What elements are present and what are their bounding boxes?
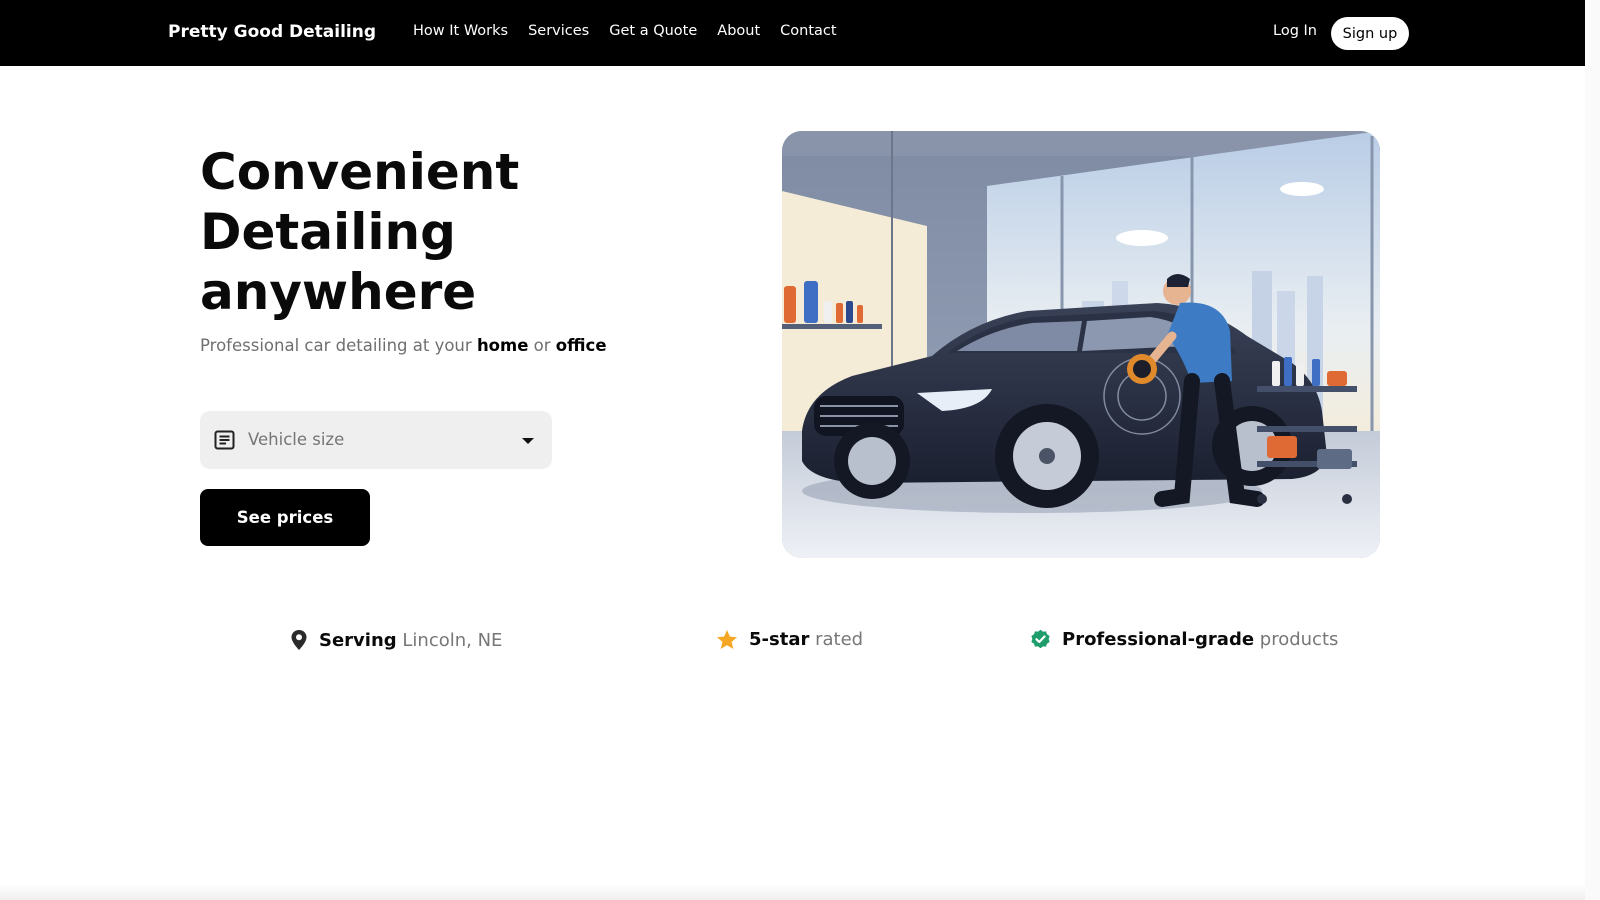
brand-logo[interactable]: Pretty Good Detailing — [168, 22, 376, 42]
hero-title-line: Detailing — [200, 203, 456, 261]
feature-bold: Professional-grade — [1062, 629, 1255, 650]
see-prices-button[interactable]: See prices — [200, 489, 370, 546]
nav-link-how-it-works[interactable]: How It Works — [413, 23, 508, 39]
vehicle-size-select[interactable]: Vehicle size — [200, 411, 552, 469]
star-icon — [717, 630, 737, 649]
login-link[interactable]: Log In — [1273, 23, 1317, 39]
hero-subtitle: Professional car detailing at your home … — [200, 336, 607, 355]
main-nav: How It Works Services Get a Quote About … — [413, 23, 837, 39]
document-list-icon — [214, 430, 235, 450]
top-navbar: Pretty Good Detailing How It Works Servi… — [0, 0, 1585, 66]
vehicle-size-placeholder: Vehicle size — [248, 430, 345, 449]
page-scrollbar[interactable] — [1585, 0, 1600, 900]
next-section-edge — [0, 884, 1585, 900]
feature-products: Professional-grade products — [1030, 629, 1338, 650]
feature-light: Lincoln, NE — [402, 629, 503, 651]
feature-serving: Serving Lincoln, NE — [290, 629, 502, 651]
hero-title: Convenient Detailing anywhere — [200, 142, 680, 322]
hero-title-line: anywhere — [200, 263, 477, 321]
nav-link-services[interactable]: Services — [528, 23, 589, 39]
feature-rating: 5-star rated — [716, 629, 863, 650]
car-detailing-illustration — [782, 131, 1380, 558]
feature-bold: Serving — [319, 629, 397, 651]
feature-light: products — [1259, 629, 1339, 650]
hero-title-line: Convenient — [200, 143, 520, 201]
location-pin-icon — [291, 630, 307, 650]
subtitle-office: office — [555, 336, 607, 355]
chevron-down-icon — [522, 438, 534, 444]
subtitle-prefix: Professional car detailing at your — [200, 336, 472, 355]
subtitle-or: or — [533, 336, 551, 355]
nav-link-about[interactable]: About — [717, 23, 760, 39]
feature-light: rated — [815, 629, 864, 650]
nav-link-get-a-quote[interactable]: Get a Quote — [609, 23, 697, 39]
subtitle-home: home — [476, 336, 529, 355]
nav-link-contact[interactable]: Contact — [780, 23, 836, 39]
check-badge-icon — [1031, 629, 1050, 649]
signup-button[interactable]: Sign up — [1331, 17, 1409, 50]
feature-bold: 5-star — [749, 629, 810, 650]
hero-illustration — [782, 131, 1380, 558]
